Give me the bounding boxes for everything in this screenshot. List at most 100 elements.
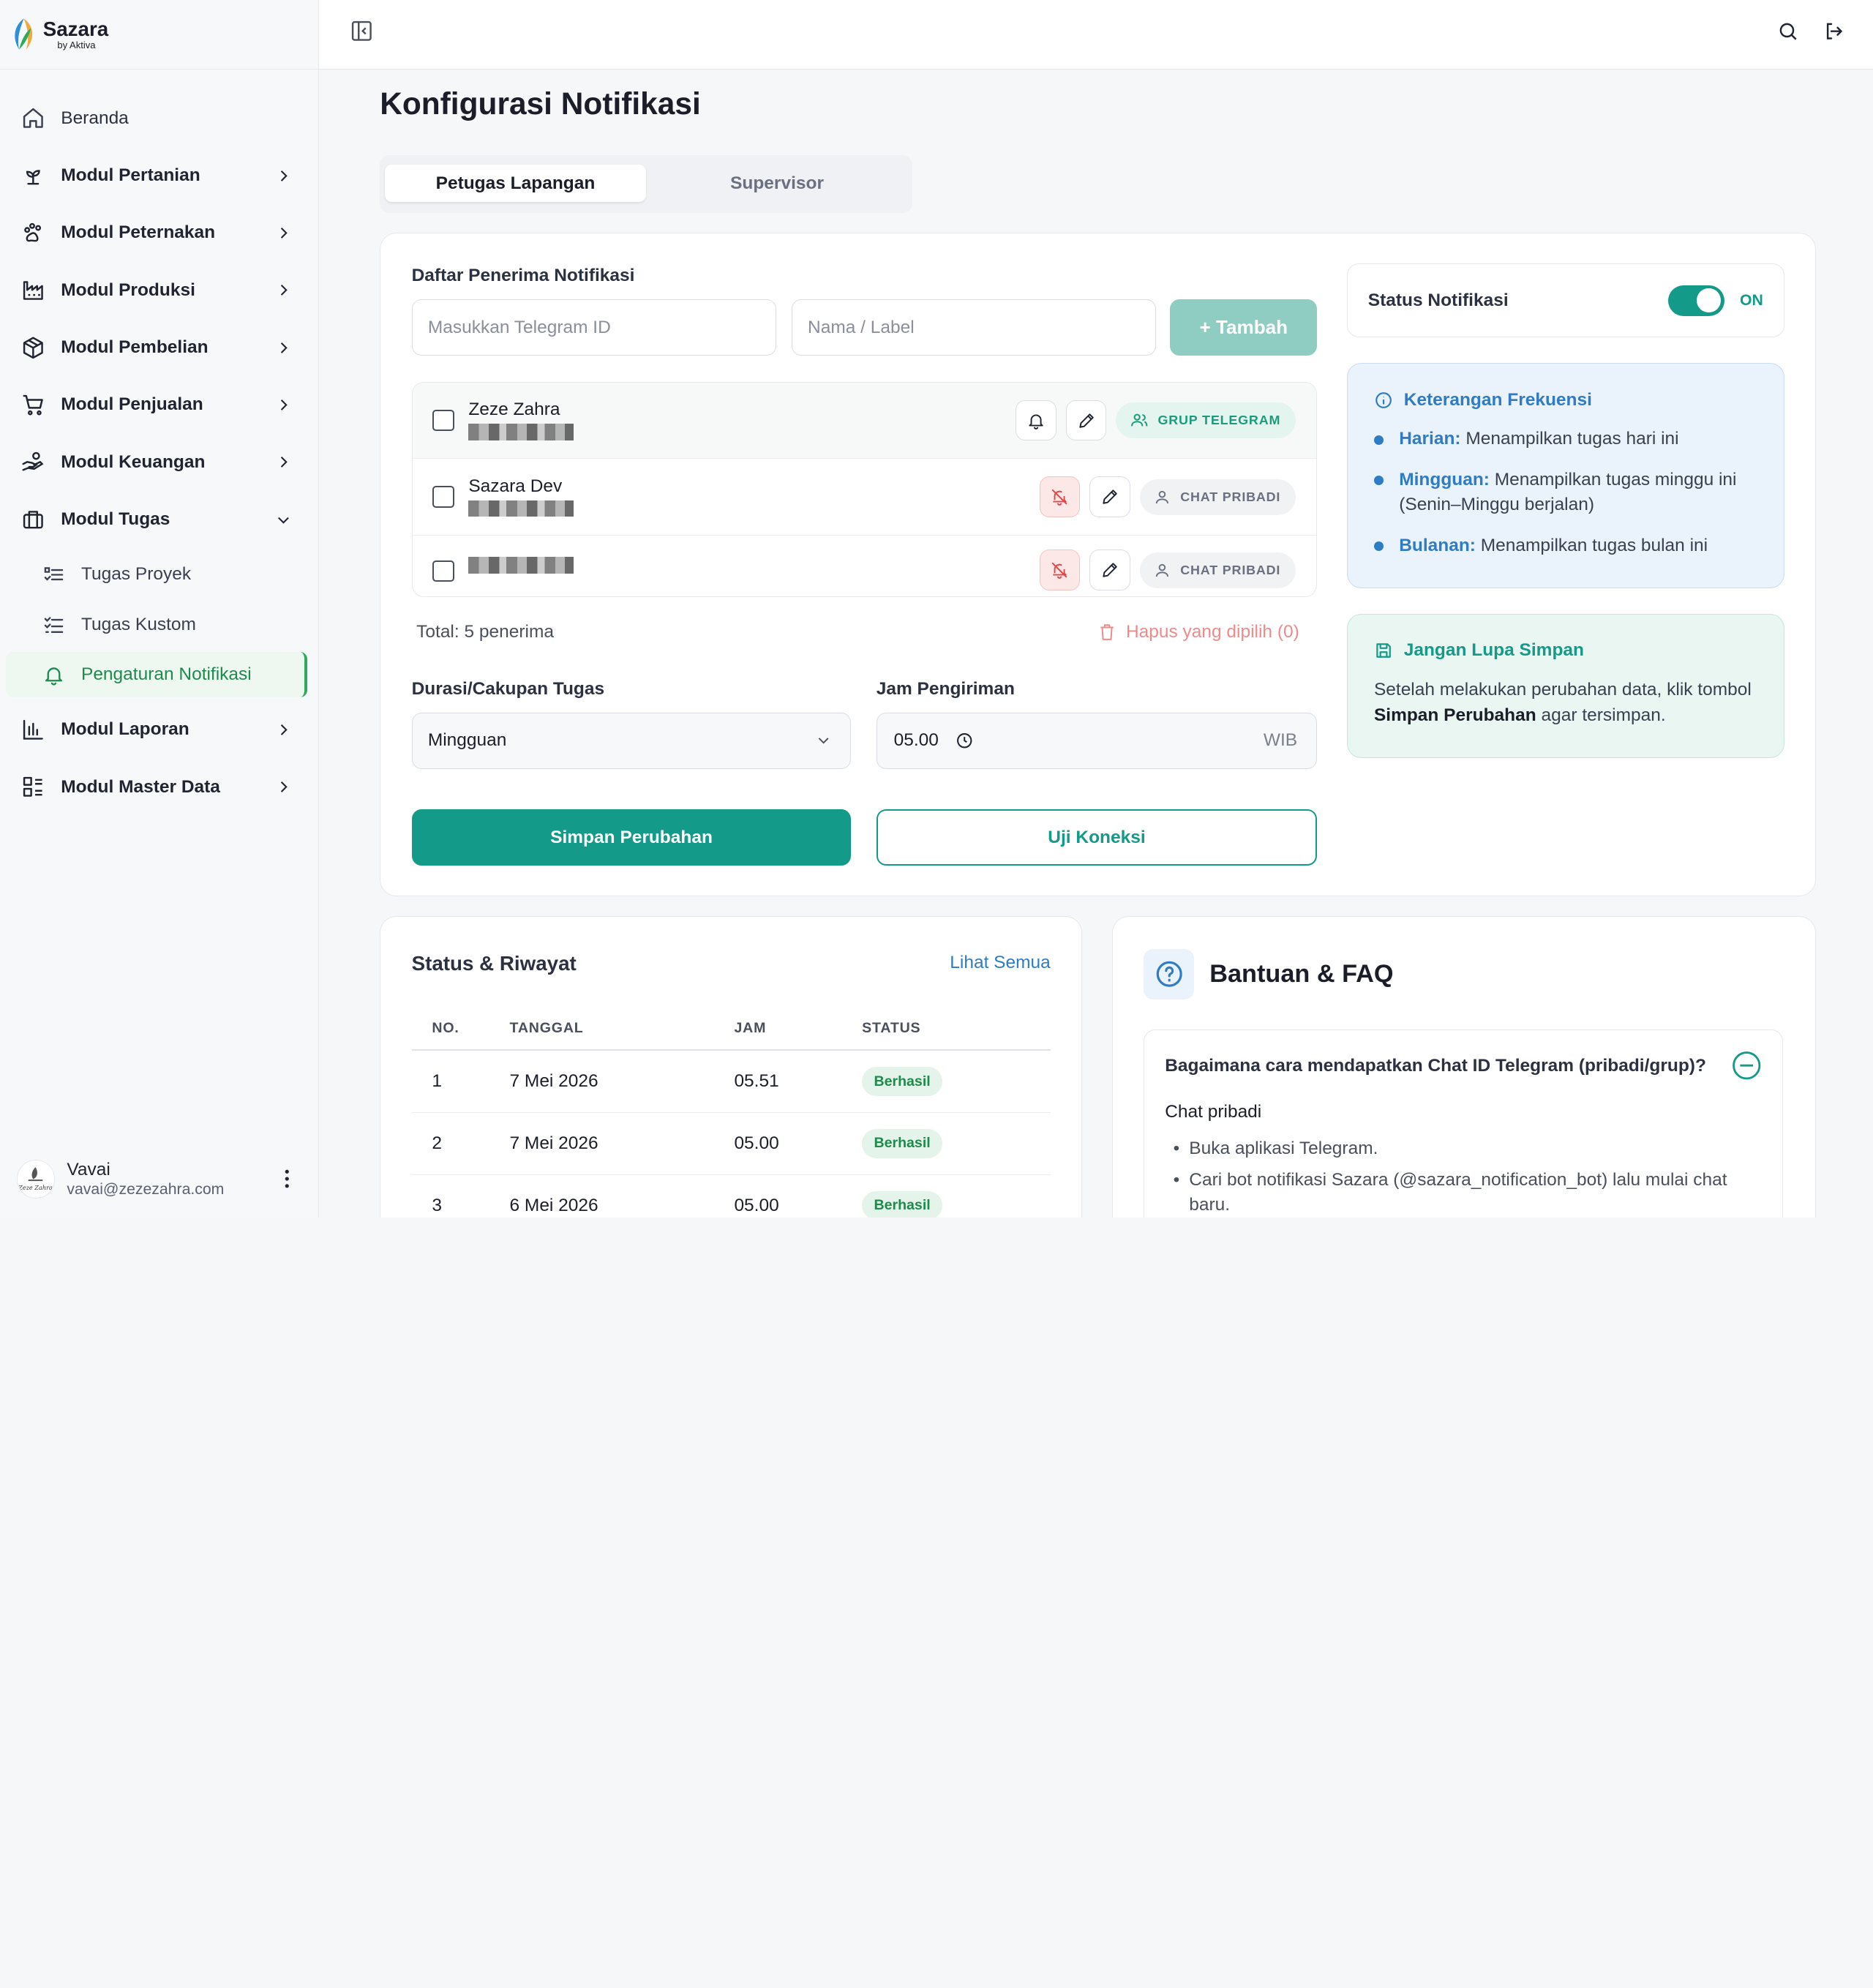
main-content: Konfigurasi Notifikasi Petugas Lapangan … [318,0,1873,1218]
avatar: Zeze Zahra [16,1160,56,1199]
app-root: Sazara by Aktiva Beranda Modul Pertanian [0,0,1873,1218]
clock-icon[interactable] [956,732,973,749]
chevron-right-icon [280,781,288,792]
sidebar-item-label: Modul Tugas [61,509,170,529]
faq-title: Bantuan & FAQ [1209,960,1394,989]
user-name: Vavai [67,1160,110,1180]
frequency-item: Bulanan: Menampilkan tugas bulan ini [1373,533,1760,558]
telegram-id-input[interactable]: Masukkan Telegram ID [411,299,776,356]
history-card: Status & Riwayat Lihat Semua NO. TANGGAL… [380,916,1083,1218]
sidebar-item-tugas[interactable]: Modul Tugas [0,495,318,545]
info-icon [1375,391,1392,408]
sidebar-toggle-icon[interactable] [350,19,374,43]
chevron-right-icon [280,724,288,735]
recipient-checkbox[interactable] [432,486,454,508]
logout-icon[interactable] [1823,20,1844,42]
sidebar-item-beranda[interactable]: Beranda [0,93,318,143]
sidebar-item-pertanian[interactable]: Modul Pertanian [0,151,318,201]
scope-label: Durasi/Cakupan Tugas [411,679,605,699]
test-connection-button[interactable]: Uji Koneksi [876,809,1318,866]
see-all-link[interactable]: Lihat Semua [950,953,1050,973]
sazara-logo-icon [10,16,38,52]
bar-chart-icon [20,716,47,743]
factory-icon [20,277,47,304]
cell-no: 2 [432,1133,442,1153]
sidebar-item-pembelian[interactable]: Modul Pembelian [0,323,318,373]
list-icon [20,774,47,800]
chevron-right-icon [280,457,288,468]
notify-toggle-button[interactable] [1016,400,1056,441]
sidebar-item-penjualan[interactable]: Modul Penjualan [0,380,318,430]
sidebar-item-label: Modul Laporan [61,719,189,740]
tab-petugas-lapangan[interactable]: Petugas Lapangan [384,165,647,202]
sidebar-subitem-tugas-proyek[interactable]: Tugas Proyek [6,552,306,597]
avatar-text: Zeze Zahra [18,1184,53,1191]
save-reminder-box: Jangan Lupa Simpan Setelah melakukan per… [1347,613,1784,759]
time-value: 05.00 [893,730,939,751]
edit-recipient-button[interactable] [1065,400,1107,441]
send-time-input[interactable]: 05.00 WIB [876,713,1318,769]
reminder-text-after: agar tersimpan. [1541,705,1666,725]
recipient-checkbox[interactable] [432,409,454,432]
paw-icon [20,220,47,246]
collapse-icon[interactable] [1731,1050,1762,1081]
sidebar-subitem-pengaturan-notifikasi[interactable]: Pengaturan Notifikasi [6,652,308,698]
pencil-icon [1078,413,1094,428]
table-row: 2 7 Mei 2026 05.00 Berhasil [411,1113,1051,1175]
zeze-zahra-logo-icon: Zeze Zahra [18,1167,53,1191]
faq-step-text: Buka aplikasi Telegram. [1189,1139,1378,1159]
scope-value: Mingguan [427,730,507,751]
save-icon [1376,643,1391,659]
recipient-checkbox[interactable] [432,560,454,582]
sidebar-item-laporan[interactable]: Modul Laporan [0,705,318,755]
column-header: TANGGAL [509,1020,584,1037]
more-options-icon[interactable] [275,1169,299,1188]
cell-no: 3 [432,1195,442,1215]
chevron-down-icon [278,517,289,524]
sidebar-item-produksi[interactable]: Modul Produksi [0,265,318,315]
add-recipient-button[interactable]: + Tambah [1170,299,1318,356]
edit-recipient-button[interactable] [1089,549,1130,590]
faq-step: • Buka aplikasi Telegram. [1165,1136,1762,1161]
reminder-text-bold: Simpan Perubahan [1373,705,1536,725]
frequency-term: Bulanan: [1399,535,1476,555]
delete-selected-button[interactable]: Hapus yang dipilih (0) [1097,622,1299,642]
reminder-text-before: Setelah melakukan perubahan data, klik t… [1373,680,1752,700]
chevron-right-icon [280,285,288,296]
notify-toggle-button[interactable] [1039,549,1081,590]
search-icon[interactable] [1777,20,1798,42]
edit-recipient-button[interactable] [1089,476,1130,517]
frequency-term: Harian: [1399,429,1461,449]
home-icon [20,105,47,132]
status-badge: Berhasil [862,1191,943,1218]
list-todo-icon [42,612,66,637]
brand-sub: by Aktiva [57,40,96,50]
table-header: NO. TANGGAL JAM STATUS [411,1008,1051,1051]
briefcase-icon [20,506,47,533]
column-header: JAM [734,1020,767,1037]
brand[interactable]: Sazara by Aktiva [0,0,318,70]
faq-item[interactable]: Bagaimana cara mendapatkan Chat ID Teleg… [1144,1029,1783,1218]
sidebar-subitem-label: Pengaturan Notifikasi [80,664,252,685]
column-header: NO. [432,1020,459,1037]
sidebar-item-peternakan[interactable]: Modul Peternakan [0,208,318,258]
frequency-item: Mingguan: Menampilkan tugas minggu ini (… [1373,468,1760,518]
cell-date: 6 Mei 2026 [509,1195,598,1215]
frequency-info-box: Keterangan Frekuensi Harian: Menampilkan… [1347,362,1784,589]
name-label-input[interactable]: Nama / Label [791,299,1156,356]
bell-icon [1029,413,1043,430]
notify-toggle-button[interactable] [1039,476,1081,517]
recipient-row: CHAT PRIBADI [413,536,1317,596]
save-changes-button[interactable]: Simpan Perubahan [411,809,852,866]
sidebar-item-label: Modul Keuangan [61,451,206,472]
sidebar-item-keuangan[interactable]: Modul Keuangan [0,437,318,487]
notification-status: Status Notifikasi ON [1347,263,1784,338]
tab-supervisor[interactable]: Supervisor [646,165,908,202]
notification-toggle[interactable] [1668,285,1724,317]
scope-select[interactable]: Mingguan [411,713,852,769]
redacted-id [468,557,574,574]
sidebar-subitem-tugas-kustom[interactable]: Tugas Kustom [6,602,306,648]
sidebar-item-master-data[interactable]: Modul Master Data [0,762,318,812]
user-profile[interactable]: Zeze Zahra Vavai vavai@zezezahra.com [0,1141,318,1217]
recipient-row: Zeze Zahra GRUP TELEGRAM [412,382,1317,460]
